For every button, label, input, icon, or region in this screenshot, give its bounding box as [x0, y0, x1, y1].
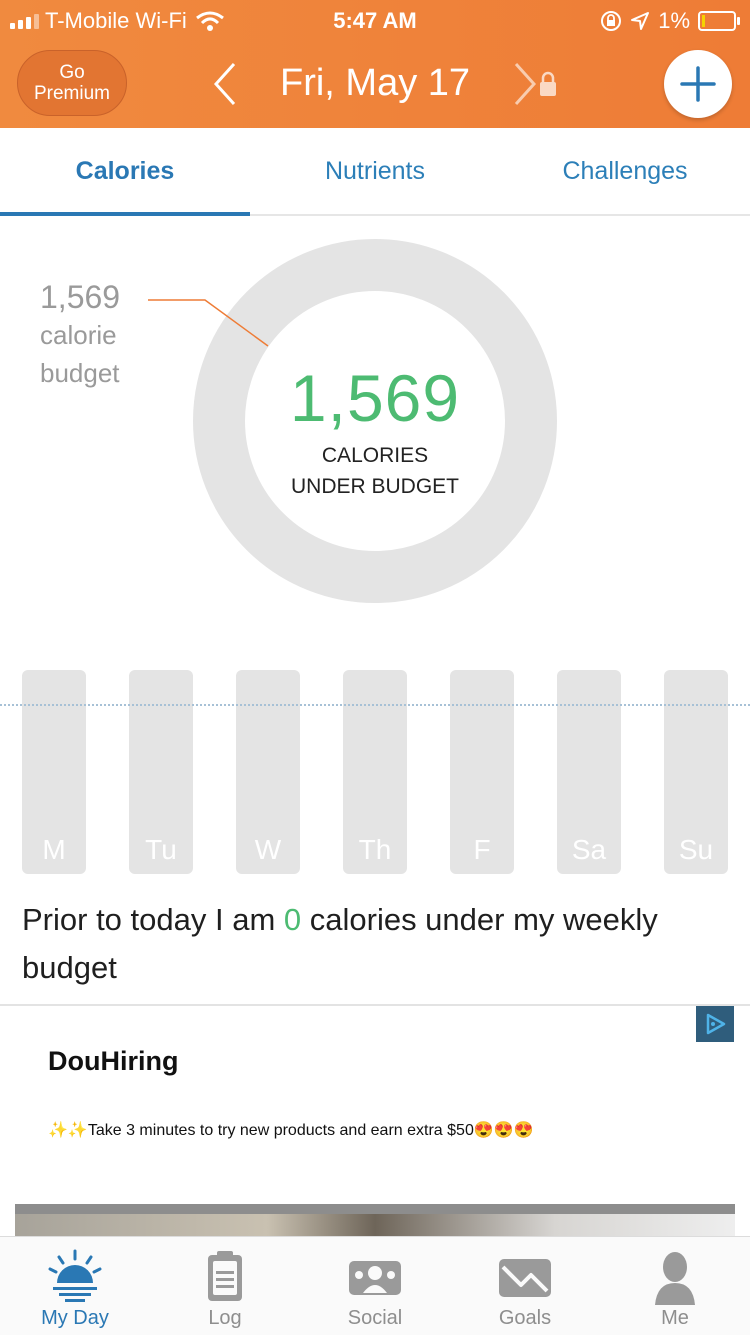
plus-icon [680, 66, 716, 102]
tab-log[interactable]: Log [150, 1237, 300, 1335]
status-right: 1% [600, 8, 740, 34]
tab-goals-label: Goals [498, 1307, 552, 1329]
tab-indicator [0, 212, 250, 216]
go-premium-button[interactable]: Go Premium [17, 50, 127, 116]
weekly-summary: Prior to today I am 0 calories under my … [22, 896, 722, 992]
ad-text[interactable]: ✨✨Take 3 minutes to try new products and… [48, 1120, 534, 1140]
people-icon [349, 1261, 401, 1295]
budget-value: 1,569 [40, 279, 121, 315]
day-label: Sa [571, 834, 607, 865]
day-label: Th [358, 834, 392, 865]
battery-icon [698, 11, 740, 31]
go-premium-line2: Premium [33, 83, 110, 104]
day-label: W [254, 834, 282, 865]
tab-nutrients[interactable]: Nutrients [250, 128, 500, 214]
day-bar[interactable]: F [450, 670, 514, 874]
play-icon [706, 1013, 726, 1035]
day-bar[interactable]: Su [664, 670, 728, 874]
summary-prefix: Prior to today I am [22, 902, 284, 937]
weekly-chart: M Tu W Th F Sa Su [0, 670, 750, 876]
ring-caption-line1: CALORIES [321, 444, 429, 467]
day-bar[interactable]: Th [343, 670, 407, 874]
location-icon [631, 12, 650, 30]
summary-value: 0 [283, 902, 302, 937]
sunrise-icon [48, 1249, 102, 1302]
ad-choices-icon[interactable] [696, 1006, 734, 1042]
person-icon [655, 1252, 695, 1305]
budget-line2: budget [40, 358, 120, 388]
current-date[interactable]: Fri, May 17 [280, 62, 470, 105]
day-label: Su [678, 834, 714, 865]
tab-my-day-label: My Day [41, 1307, 109, 1329]
calories-remaining: 1,569 [289, 361, 461, 435]
rotation-lock-icon [601, 11, 622, 31]
ring-caption-line2: UNDER BUDGET [290, 475, 459, 498]
budget-dotted-line [0, 704, 750, 706]
day-bar[interactable]: Tu [129, 670, 193, 874]
go-premium-line1: Go [59, 62, 85, 83]
tab-log-label: Log [208, 1307, 242, 1329]
add-button[interactable] [664, 50, 732, 118]
status-bar: T-Mobile Wi-Fi 5:47 AM 1% [0, 0, 750, 42]
tab-me-label: Me [661, 1307, 689, 1329]
tab-social[interactable]: Social [300, 1237, 450, 1335]
budget-line1: calorie [40, 320, 117, 350]
date-navigator: Fri, May 17 [210, 58, 570, 110]
tab-me[interactable]: Me [600, 1237, 750, 1335]
tab-my-day[interactable]: My Day [0, 1237, 150, 1335]
day-label: M [42, 834, 66, 865]
tab-bar-top: Calories Nutrients Challenges [0, 128, 750, 216]
ring-center-text: 1,569 CALORIES UNDER BUDGET [220, 360, 530, 502]
tab-social-label: Social [347, 1307, 403, 1329]
chart-icon [499, 1259, 551, 1297]
tab-challenges[interactable]: Challenges [500, 128, 750, 214]
day-label: F [473, 834, 491, 865]
ad-image[interactable] [15, 1204, 735, 1236]
ad-title[interactable]: DouHiring [48, 1046, 178, 1077]
day-bar[interactable]: Sa [557, 670, 621, 874]
day-label: Tu [145, 834, 177, 865]
section-divider [0, 1004, 750, 1006]
tab-calories[interactable]: Calories [0, 128, 250, 214]
chevron-left-icon[interactable] [210, 60, 240, 108]
chevron-right-locked-icon[interactable] [510, 60, 562, 108]
app-header: T-Mobile Wi-Fi 5:47 AM 1% Go Premium Fri… [0, 0, 750, 128]
clipboard-icon [208, 1251, 242, 1301]
day-bar[interactable]: W [236, 670, 300, 874]
day-bar[interactable]: M [22, 670, 86, 874]
calorie-budget-label: 1,569 calorie budget [40, 278, 120, 392]
bottom-tab-bar: My Day Log Social Goals Me [0, 1236, 750, 1335]
tab-goals[interactable]: Goals [450, 1237, 600, 1335]
battery-percent: 1% [658, 8, 690, 33]
